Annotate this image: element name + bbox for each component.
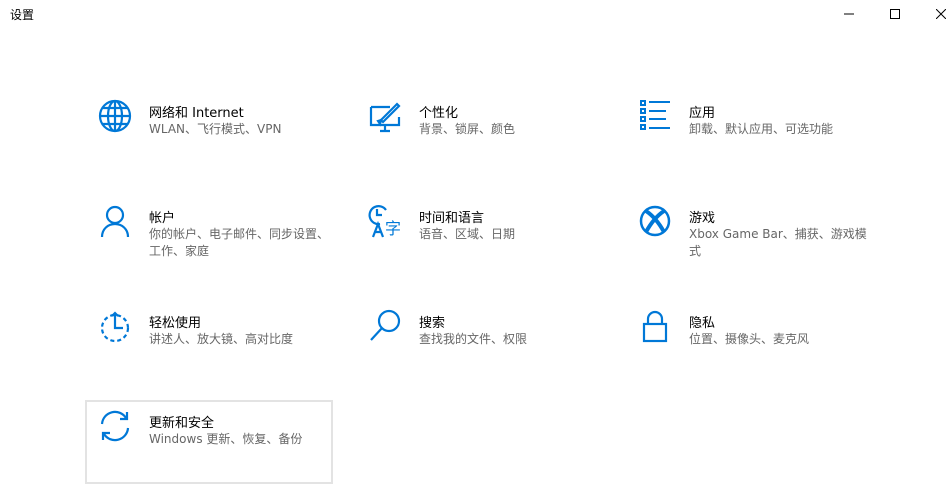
tile-apps[interactable]: 应用 卸载、默认应用、可选功能 <box>625 90 873 174</box>
xbox-icon <box>638 204 672 238</box>
tile-title: 时间和语言 <box>419 211 485 226</box>
tile-description: 你的帐户、电子邮件、同步设置、工作、家庭 <box>149 227 330 258</box>
tile-description: 位置、摄像头、麦克风 <box>689 332 810 346</box>
svg-text:字: 字 <box>385 219 401 238</box>
lock-icon <box>638 309 672 343</box>
tile-search[interactable]: 搜索 查找我的文件、权限 <box>355 300 603 384</box>
person-icon <box>98 204 132 238</box>
tile-description: WLAN、飞行模式、VPN <box>149 122 282 136</box>
window-title: 设置 <box>10 8 35 22</box>
tile-update-security[interactable]: 更新和安全 Windows 更新、恢复、备份 <box>85 400 333 484</box>
tile-description: 查找我的文件、权限 <box>419 332 528 346</box>
tile-description: 语音、区域、日期 <box>419 227 516 241</box>
time-language-icon: 字 <box>368 204 402 238</box>
tile-gaming[interactable]: 游戏 Xbox Game Bar、捕获、游戏模式 <box>625 195 873 279</box>
tile-title: 轻松使用 <box>149 316 202 331</box>
search-icon <box>368 309 402 343</box>
tile-accounts[interactable]: 帐户 你的帐户、电子邮件、同步设置、工作、家庭 <box>85 195 333 279</box>
tile-title: 网络和 Internet <box>149 106 244 121</box>
tile-title: 应用 <box>689 106 716 121</box>
tile-ease-of-access[interactable]: 轻松使用 讲述人、放大镜、高对比度 <box>85 300 333 384</box>
sync-icon <box>98 409 132 443</box>
tile-description: 讲述人、放大镜、高对比度 <box>149 332 294 346</box>
tile-description: 背景、锁屏、颜色 <box>419 122 516 136</box>
globe-icon <box>98 99 132 133</box>
tile-title: 帐户 <box>149 211 176 226</box>
tile-network[interactable]: 网络和 Internet WLAN、飞行模式、VPN <box>85 90 333 174</box>
tile-title: 搜索 <box>419 316 446 331</box>
tile-personalization[interactable]: 个性化 背景、锁屏、颜色 <box>355 90 603 174</box>
tile-description: Windows 更新、恢复、备份 <box>149 432 303 446</box>
tile-description: Xbox Game Bar、捕获、游戏模式 <box>689 227 867 258</box>
close-button[interactable] <box>918 0 951 28</box>
personalization-icon <box>368 99 402 133</box>
tile-description: 卸载、默认应用、可选功能 <box>689 122 834 136</box>
tile-privacy[interactable]: 隐私 位置、摄像头、麦克风 <box>625 300 873 384</box>
tile-title: 游戏 <box>689 211 716 226</box>
tile-time-language[interactable]: 字 时间和语言 语音、区域、日期 <box>355 195 603 279</box>
tile-title: 更新和安全 <box>149 416 215 431</box>
minimize-button[interactable] <box>826 0 872 28</box>
apps-list-icon <box>638 99 672 133</box>
ease-of-access-icon <box>98 309 132 343</box>
tile-title: 隐私 <box>689 316 716 331</box>
maximize-button[interactable] <box>872 0 918 28</box>
tile-title: 个性化 <box>419 106 459 121</box>
